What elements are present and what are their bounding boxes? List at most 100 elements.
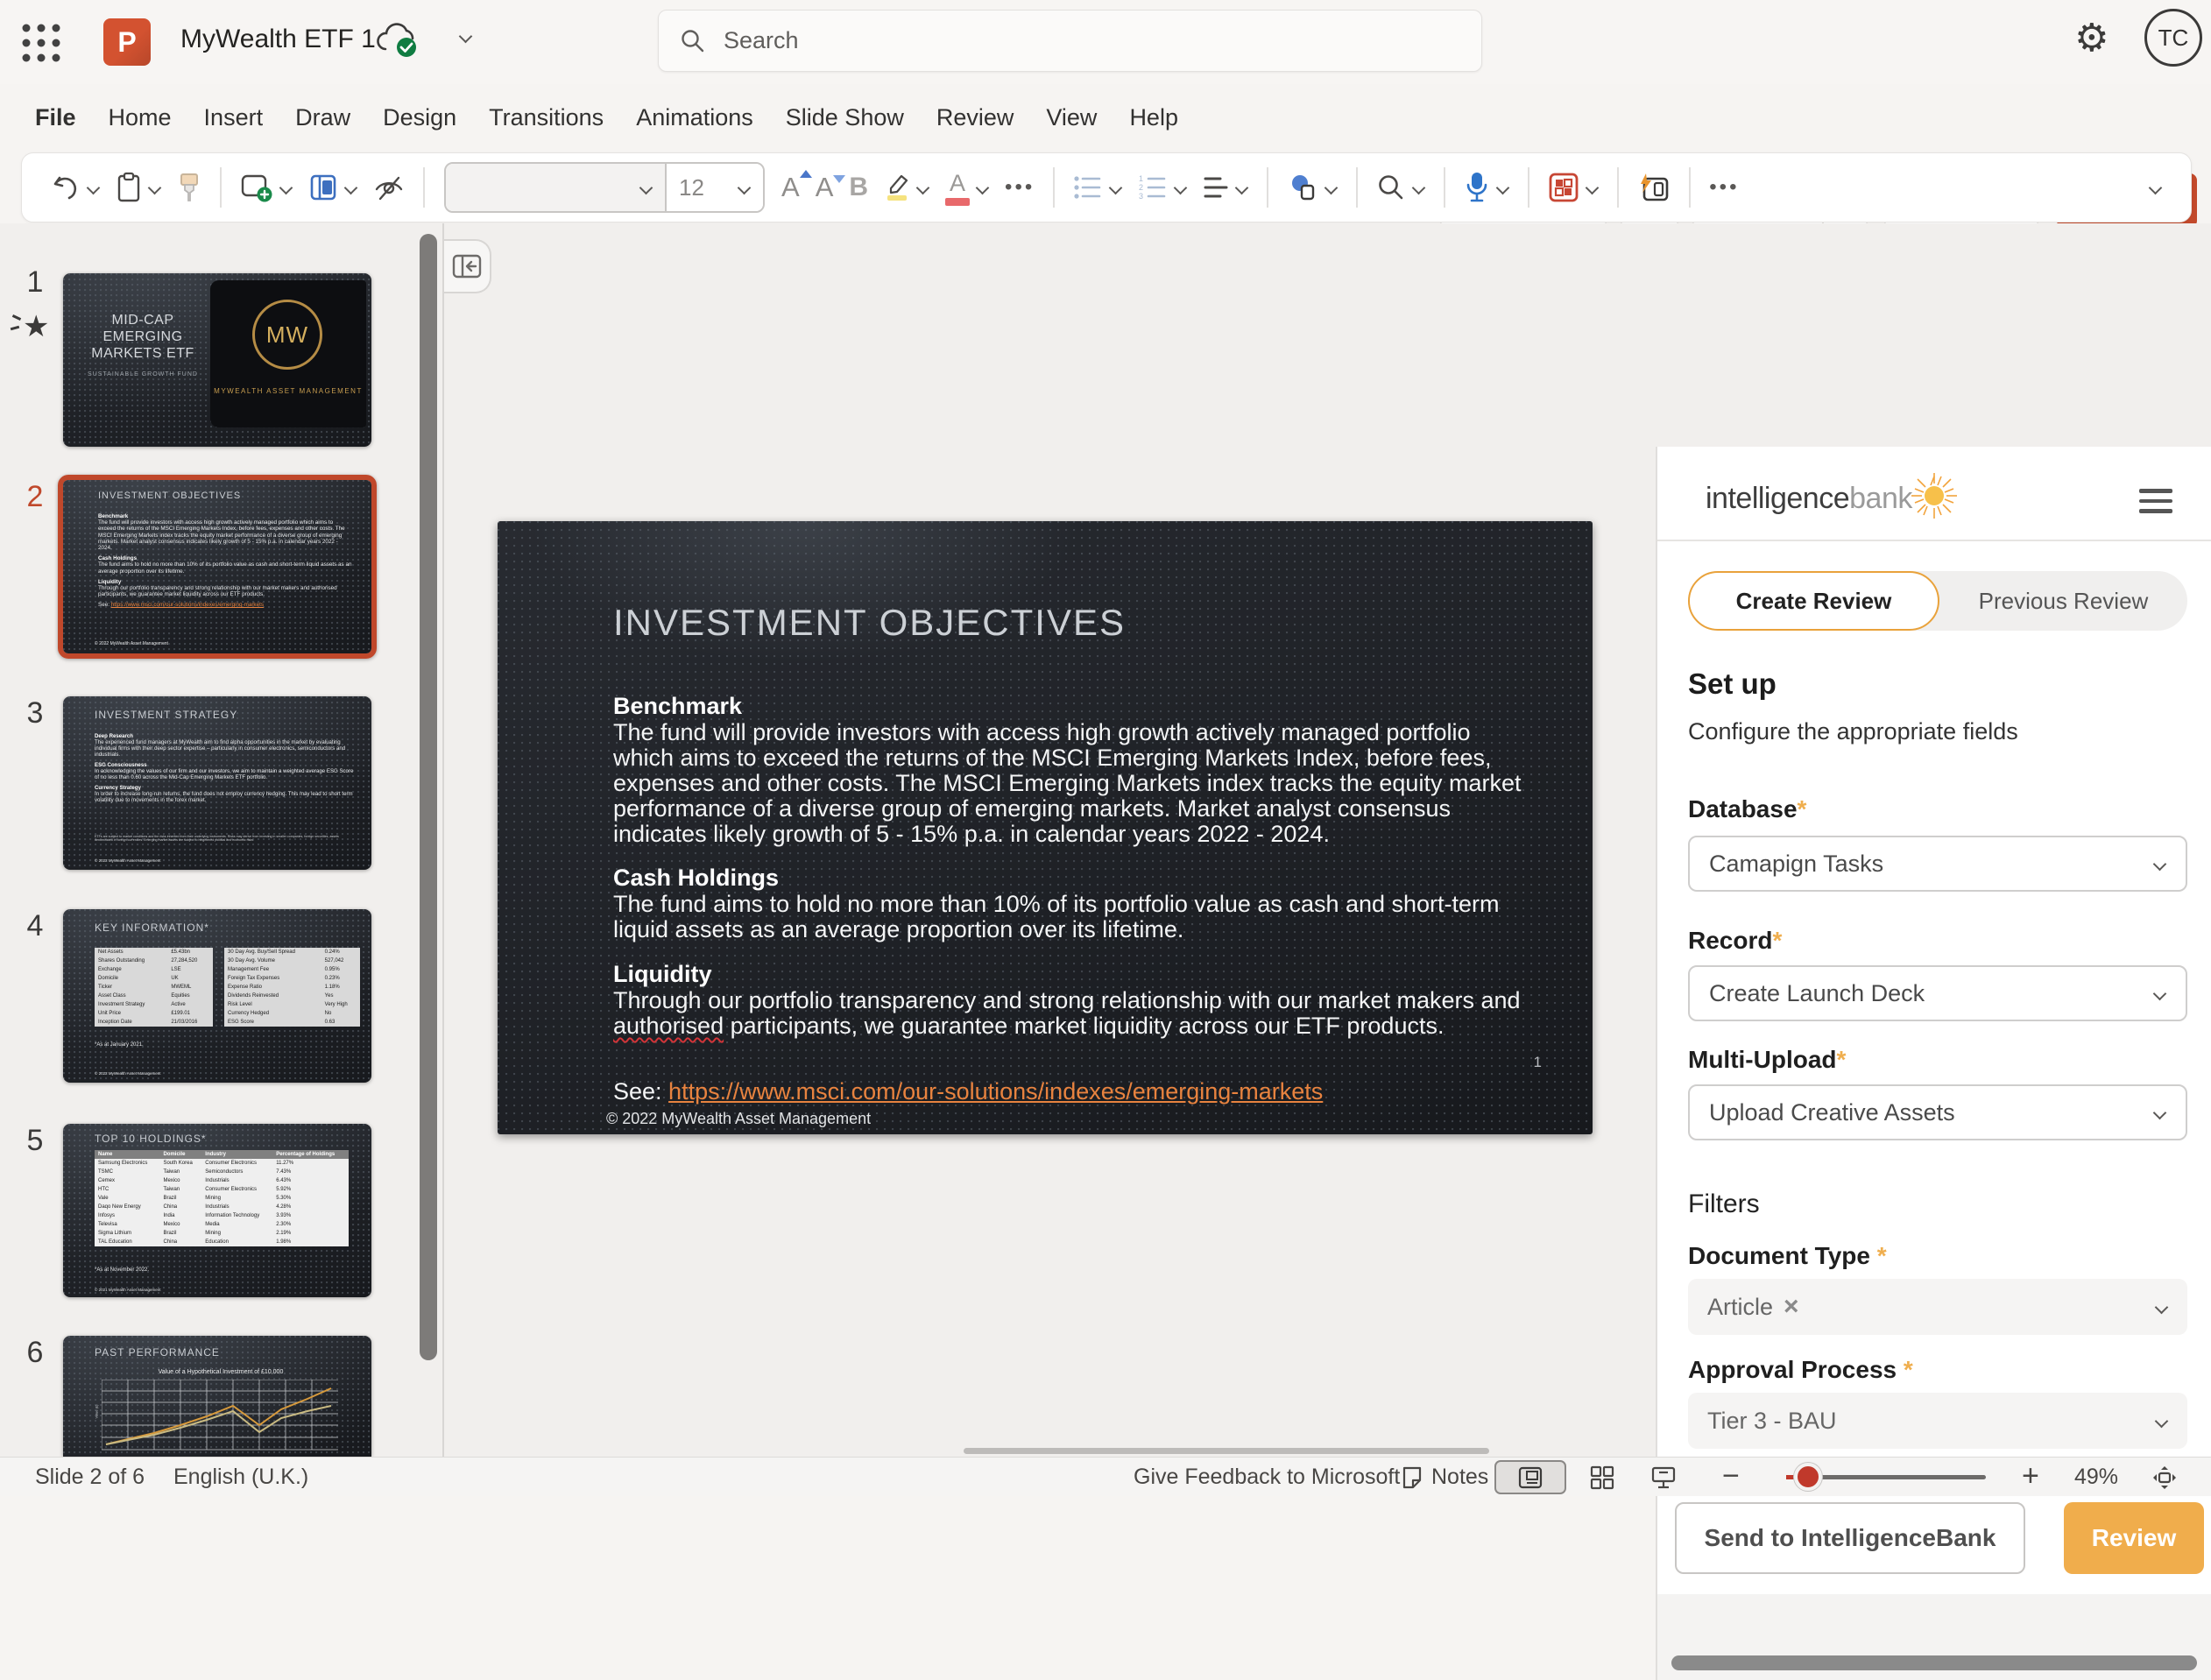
avatar[interactable]: TC	[2144, 9, 2202, 67]
undo-chevron-icon[interactable]	[87, 183, 100, 193]
settings-gear-icon[interactable]: ⚙	[2074, 16, 2109, 60]
more-font-options-button[interactable]: •••	[1005, 175, 1035, 200]
panel-menu-icon[interactable]	[2139, 489, 2172, 513]
font-name-select[interactable]	[446, 164, 665, 211]
align-button[interactable]	[1203, 174, 1248, 201]
highlight-chevron-icon[interactable]	[916, 183, 929, 193]
menu-item[interactable]: Design	[383, 104, 456, 131]
slide-canvas[interactable]: INVESTMENT OBJECTIVES Benchmark The fund…	[498, 521, 1593, 1134]
font-size-select[interactable]: 12	[665, 164, 763, 211]
menu-item[interactable]: Review	[936, 104, 1014, 131]
slide6-number[interactable]: 6	[16, 1336, 54, 1370]
undo-button[interactable]	[51, 173, 100, 202]
menu-item[interactable]: Transitions	[489, 104, 604, 131]
slide4-number[interactable]: 4	[16, 909, 54, 943]
benchmark-heading[interactable]: Benchmark	[613, 693, 1524, 720]
shapes-chevron-icon[interactable]	[1324, 183, 1338, 193]
notes-icon[interactable]	[1400, 1465, 1424, 1490]
search-bar[interactable]	[658, 10, 1482, 72]
paste-button[interactable]	[116, 172, 161, 203]
find-chevron-icon[interactable]	[1412, 183, 1425, 193]
panel-horizontal-scrollbar[interactable]	[1671, 1655, 2197, 1670]
bold-button[interactable]: B	[849, 173, 868, 202]
thumbnail-scrollbar[interactable]	[420, 234, 437, 1360]
zoom-slider-thumb[interactable]	[1794, 1463, 1822, 1491]
cash-holdings-heading[interactable]: Cash Holdings	[613, 865, 1524, 892]
menu-item[interactable]: Draw	[295, 104, 350, 131]
font-color-button[interactable]: A	[945, 170, 989, 206]
menu-item[interactable]: Home	[109, 104, 172, 131]
slide3-thumbnail[interactable]: INVESTMENT STRATEGY Deep Research The ex…	[63, 696, 371, 870]
grow-font-button[interactable]: A	[781, 172, 800, 203]
slide3-number[interactable]: 3	[16, 696, 54, 731]
review-button[interactable]: Review	[2064, 1502, 2204, 1574]
quick-actions-button[interactable]	[1637, 172, 1671, 203]
shrink-font-button[interactable]: A	[816, 172, 834, 203]
numbering-chevron-icon[interactable]	[1174, 183, 1187, 193]
search-input[interactable]	[724, 27, 1424, 54]
shapes-button[interactable]	[1287, 172, 1338, 203]
menu-item[interactable]: Insert	[204, 104, 264, 131]
hide-design-ideas-button[interactable]	[373, 172, 405, 203]
record-select[interactable]: Create Launch Deck	[1688, 965, 2187, 1021]
font-color-chevron-icon[interactable]	[976, 183, 989, 193]
layout-chevron-icon[interactable]	[344, 183, 357, 193]
cash-holdings-body[interactable]: The fund aims to hold no more than 10% o…	[613, 892, 1524, 942]
menu-item[interactable]: Help	[1129, 104, 1178, 131]
dictate-button[interactable]	[1464, 171, 1509, 204]
database-select[interactable]: Camapign Tasks	[1688, 836, 2187, 892]
approval-process-select[interactable]: Tier 3 - BAU	[1688, 1393, 2187, 1449]
format-painter-button[interactable]	[177, 172, 201, 203]
benchmark-body[interactable]: The fund will provide investors with acc…	[613, 720, 1524, 847]
fit-to-window-icon[interactable]	[2151, 1465, 2178, 1491]
send-to-intelligencebank-button[interactable]: Send to IntelligenceBank	[1675, 1502, 2025, 1574]
menu-item[interactable]: File	[35, 104, 76, 131]
slide2-thumbnail-selected[interactable]: INVESTMENT OBJECTIVES Benchmark The fund…	[58, 475, 377, 659]
bullets-chevron-icon[interactable]	[1109, 183, 1122, 193]
title-dropdown-chevron-icon[interactable]	[459, 32, 472, 41]
tab-previous-review[interactable]: Previous Review	[1939, 571, 2187, 631]
powerpoint-app-icon[interactable]: P	[103, 18, 151, 66]
slide4-thumbnail[interactable]: KEY INFORMATION* Net Assets£5.43bnShares…	[63, 909, 371, 1083]
liquidity-body[interactable]: Through our portfolio transparency and s…	[613, 988, 1524, 1039]
highlight-button[interactable]	[884, 173, 929, 202]
notes-toggle[interactable]: Notes	[1431, 1465, 1488, 1490]
zoom-out-button[interactable]: −	[1722, 1459, 1740, 1493]
slide2-number[interactable]: 2	[16, 480, 54, 514]
designer-chevron-icon[interactable]	[1586, 183, 1599, 193]
slide6-thumbnail[interactable]: PAST PERFORMANCE Value of a Hypothetical…	[63, 1336, 371, 1457]
designer-button[interactable]	[1548, 172, 1599, 203]
ribbon-collapse-button[interactable]	[2149, 183, 2162, 193]
numbering-button[interactable]: 123	[1138, 174, 1187, 201]
slide-sorter-view-icon[interactable]	[1589, 1465, 1615, 1491]
tab-create-review[interactable]: Create Review	[1688, 571, 1939, 631]
new-slide-chevron-icon[interactable]	[279, 183, 293, 193]
bullets-button[interactable]	[1073, 174, 1122, 201]
slide5-number[interactable]: 5	[16, 1124, 54, 1158]
dictate-chevron-icon[interactable]	[1496, 183, 1509, 193]
new-slide-button[interactable]	[240, 172, 293, 203]
document-title[interactable]: MyWealth ETF 1	[180, 25, 376, 54]
slide1-number[interactable]: 1	[16, 265, 54, 300]
msci-link[interactable]: https://www.msci.com/our-solutions/index…	[668, 1078, 1323, 1105]
menu-item[interactable]: Animations	[636, 104, 753, 131]
slideshow-view-icon[interactable]	[1650, 1465, 1677, 1491]
remove-article-icon[interactable]: ×	[1784, 1292, 1799, 1321]
layout-button[interactable]	[308, 173, 357, 202]
slide5-thumbnail[interactable]: TOP 10 HOLDINGS* NameDomicile IndustryPe…	[63, 1124, 371, 1297]
menu-item[interactable]: Slide Show	[786, 104, 904, 131]
find-button[interactable]	[1376, 173, 1425, 202]
app-launcher-icon[interactable]	[19, 21, 63, 65]
language-selector[interactable]: English (U.K.)	[173, 1465, 308, 1490]
slide-counter[interactable]: Slide 2 of 6	[35, 1465, 145, 1490]
zoom-in-button[interactable]: +	[2022, 1459, 2039, 1493]
feedback-link[interactable]: Give Feedback to Microsoft	[1134, 1465, 1400, 1490]
slide-title[interactable]: INVESTMENT OBJECTIVES	[613, 602, 1126, 644]
paste-chevron-icon[interactable]	[148, 183, 161, 193]
slide1-thumbnail[interactable]: MID-CAP EMERGING MARKETS ETF SUSTAINABLE…	[63, 273, 371, 447]
menu-item[interactable]: View	[1046, 104, 1097, 131]
zoom-level[interactable]: 49%	[2074, 1465, 2118, 1490]
liquidity-heading[interactable]: Liquidity	[613, 961, 1524, 988]
canvas-horizontal-scrollbar[interactable]	[964, 1448, 1489, 1454]
normal-view-button[interactable]	[1494, 1460, 1566, 1494]
